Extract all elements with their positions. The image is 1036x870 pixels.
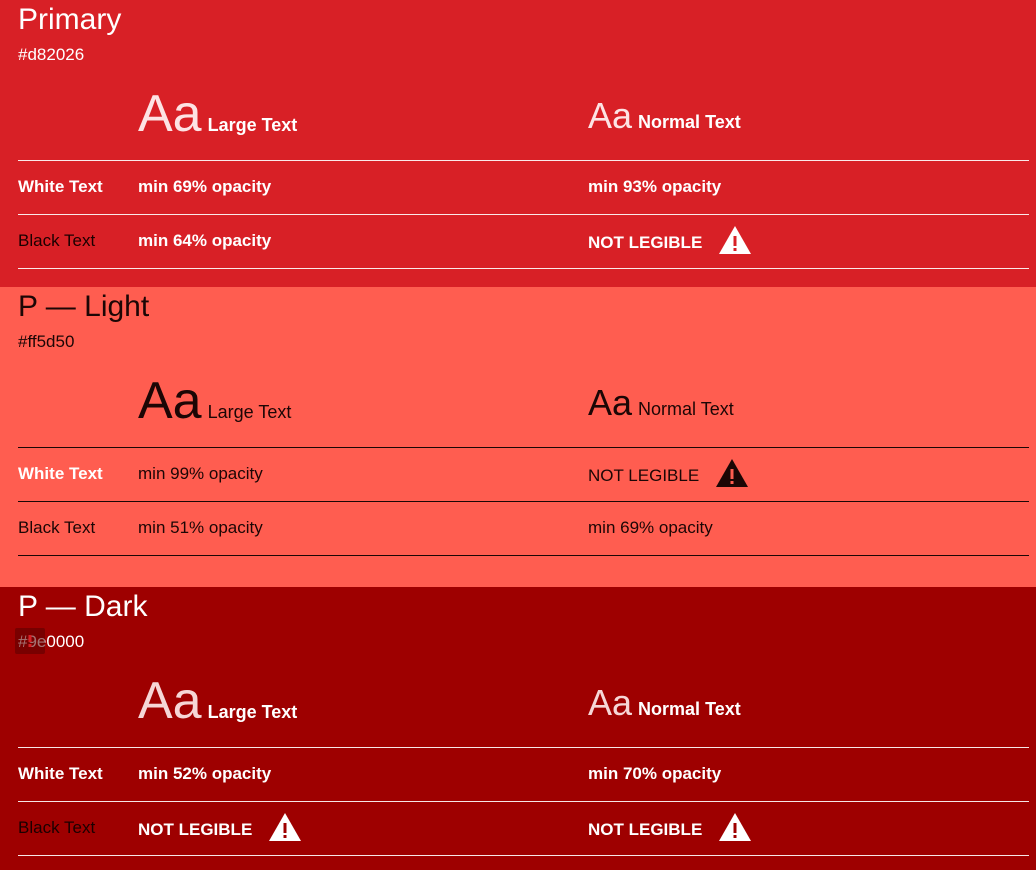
black-normal-value: min 69% opacity — [588, 518, 713, 537]
large-aa: Aa — [138, 85, 202, 143]
warning-icon — [716, 459, 749, 487]
large-aa: Aa — [138, 372, 202, 430]
black-large-value: min 64% opacity — [138, 231, 272, 250]
divider — [18, 855, 1029, 856]
warning-badge[interactable] — [15, 628, 45, 654]
normal-text-sample: Aa Normal Text — [588, 683, 741, 723]
black-text-row: Black Text min 51% opacity min 69% opaci… — [0, 501, 1036, 555]
row-header: Black Text — [18, 818, 96, 837]
black-normal-value: NOT LEGIBLE — [588, 813, 752, 842]
black-text-row: Black Text NOT LEGIBLE NOT LEGIBLE — [0, 801, 1036, 855]
section-hex: #ff5d50 — [18, 332, 75, 351]
warning-icon — [269, 813, 302, 841]
large-text-label: Large Text — [207, 702, 298, 722]
normal-aa: Aa — [588, 382, 633, 423]
section-title: P — Light — [18, 290, 150, 323]
row-header: White Text — [18, 177, 103, 196]
divider — [18, 555, 1029, 556]
large-text-label: Large Text — [207, 402, 292, 422]
white-text-row: White Text min 52% opacity min 70% opaci… — [0, 747, 1036, 801]
white-normal-value: NOT LEGIBLE — [588, 459, 749, 488]
white-large-value: min 69% opacity — [138, 177, 272, 196]
normal-aa: Aa — [588, 95, 633, 136]
black-normal-value: NOT LEGIBLE — [588, 226, 752, 255]
normal-text-sample: Aa Normal Text — [588, 96, 741, 136]
black-large-value: NOT LEGIBLE — [138, 813, 302, 842]
exclamation-icon — [28, 635, 32, 647]
white-text-row: White Text min 69% opacity min 93% opaci… — [0, 160, 1036, 214]
section-hex: #d82026 — [18, 45, 85, 64]
warning-icon — [719, 226, 752, 254]
large-text-sample: Aa Large Text — [138, 673, 297, 729]
normal-text-label: Normal Text — [638, 399, 734, 419]
palette-section-light: P — Light #ff5d50 Aa Large Text Aa Normal … — [0, 287, 1036, 587]
row-header: Black Text — [18, 231, 96, 250]
large-text-label: Large Text — [207, 115, 298, 135]
white-normal-value: min 70% opacity — [588, 764, 722, 783]
row-header: Black Text — [18, 518, 96, 537]
large-text-sample: Aa Large Text — [138, 373, 291, 429]
normal-aa: Aa — [588, 682, 633, 723]
row-header: White Text — [18, 464, 103, 483]
row-header: White Text — [18, 764, 103, 783]
white-large-value: min 52% opacity — [138, 764, 272, 783]
divider — [18, 268, 1029, 269]
white-text-row: White Text min 99% opacity NOT LEGIBLE — [0, 447, 1036, 501]
section-title: Primary — [18, 3, 122, 36]
section-title: P — Dark — [18, 590, 148, 623]
large-text-sample: Aa Large Text — [138, 86, 297, 142]
black-text-row: Black Text min 64% opacity NOT LEGIBLE — [0, 214, 1036, 268]
large-aa: Aa — [138, 672, 202, 730]
normal-text-sample: Aa Normal Text — [588, 383, 734, 423]
normal-text-label: Normal Text — [638, 699, 741, 719]
palette-section-primary: Primary #d82026 Aa Large Text Aa Normal Te… — [0, 0, 1036, 287]
warning-icon — [719, 813, 752, 841]
palette-section-dark: P — Dark #9e0000 Aa Large Text Aa Normal T… — [0, 587, 1036, 870]
white-normal-value: min 93% opacity — [588, 177, 722, 196]
normal-text-label: Normal Text — [638, 112, 741, 132]
white-large-value: min 99% opacity — [138, 464, 263, 483]
black-large-value: min 51% opacity — [138, 518, 263, 537]
